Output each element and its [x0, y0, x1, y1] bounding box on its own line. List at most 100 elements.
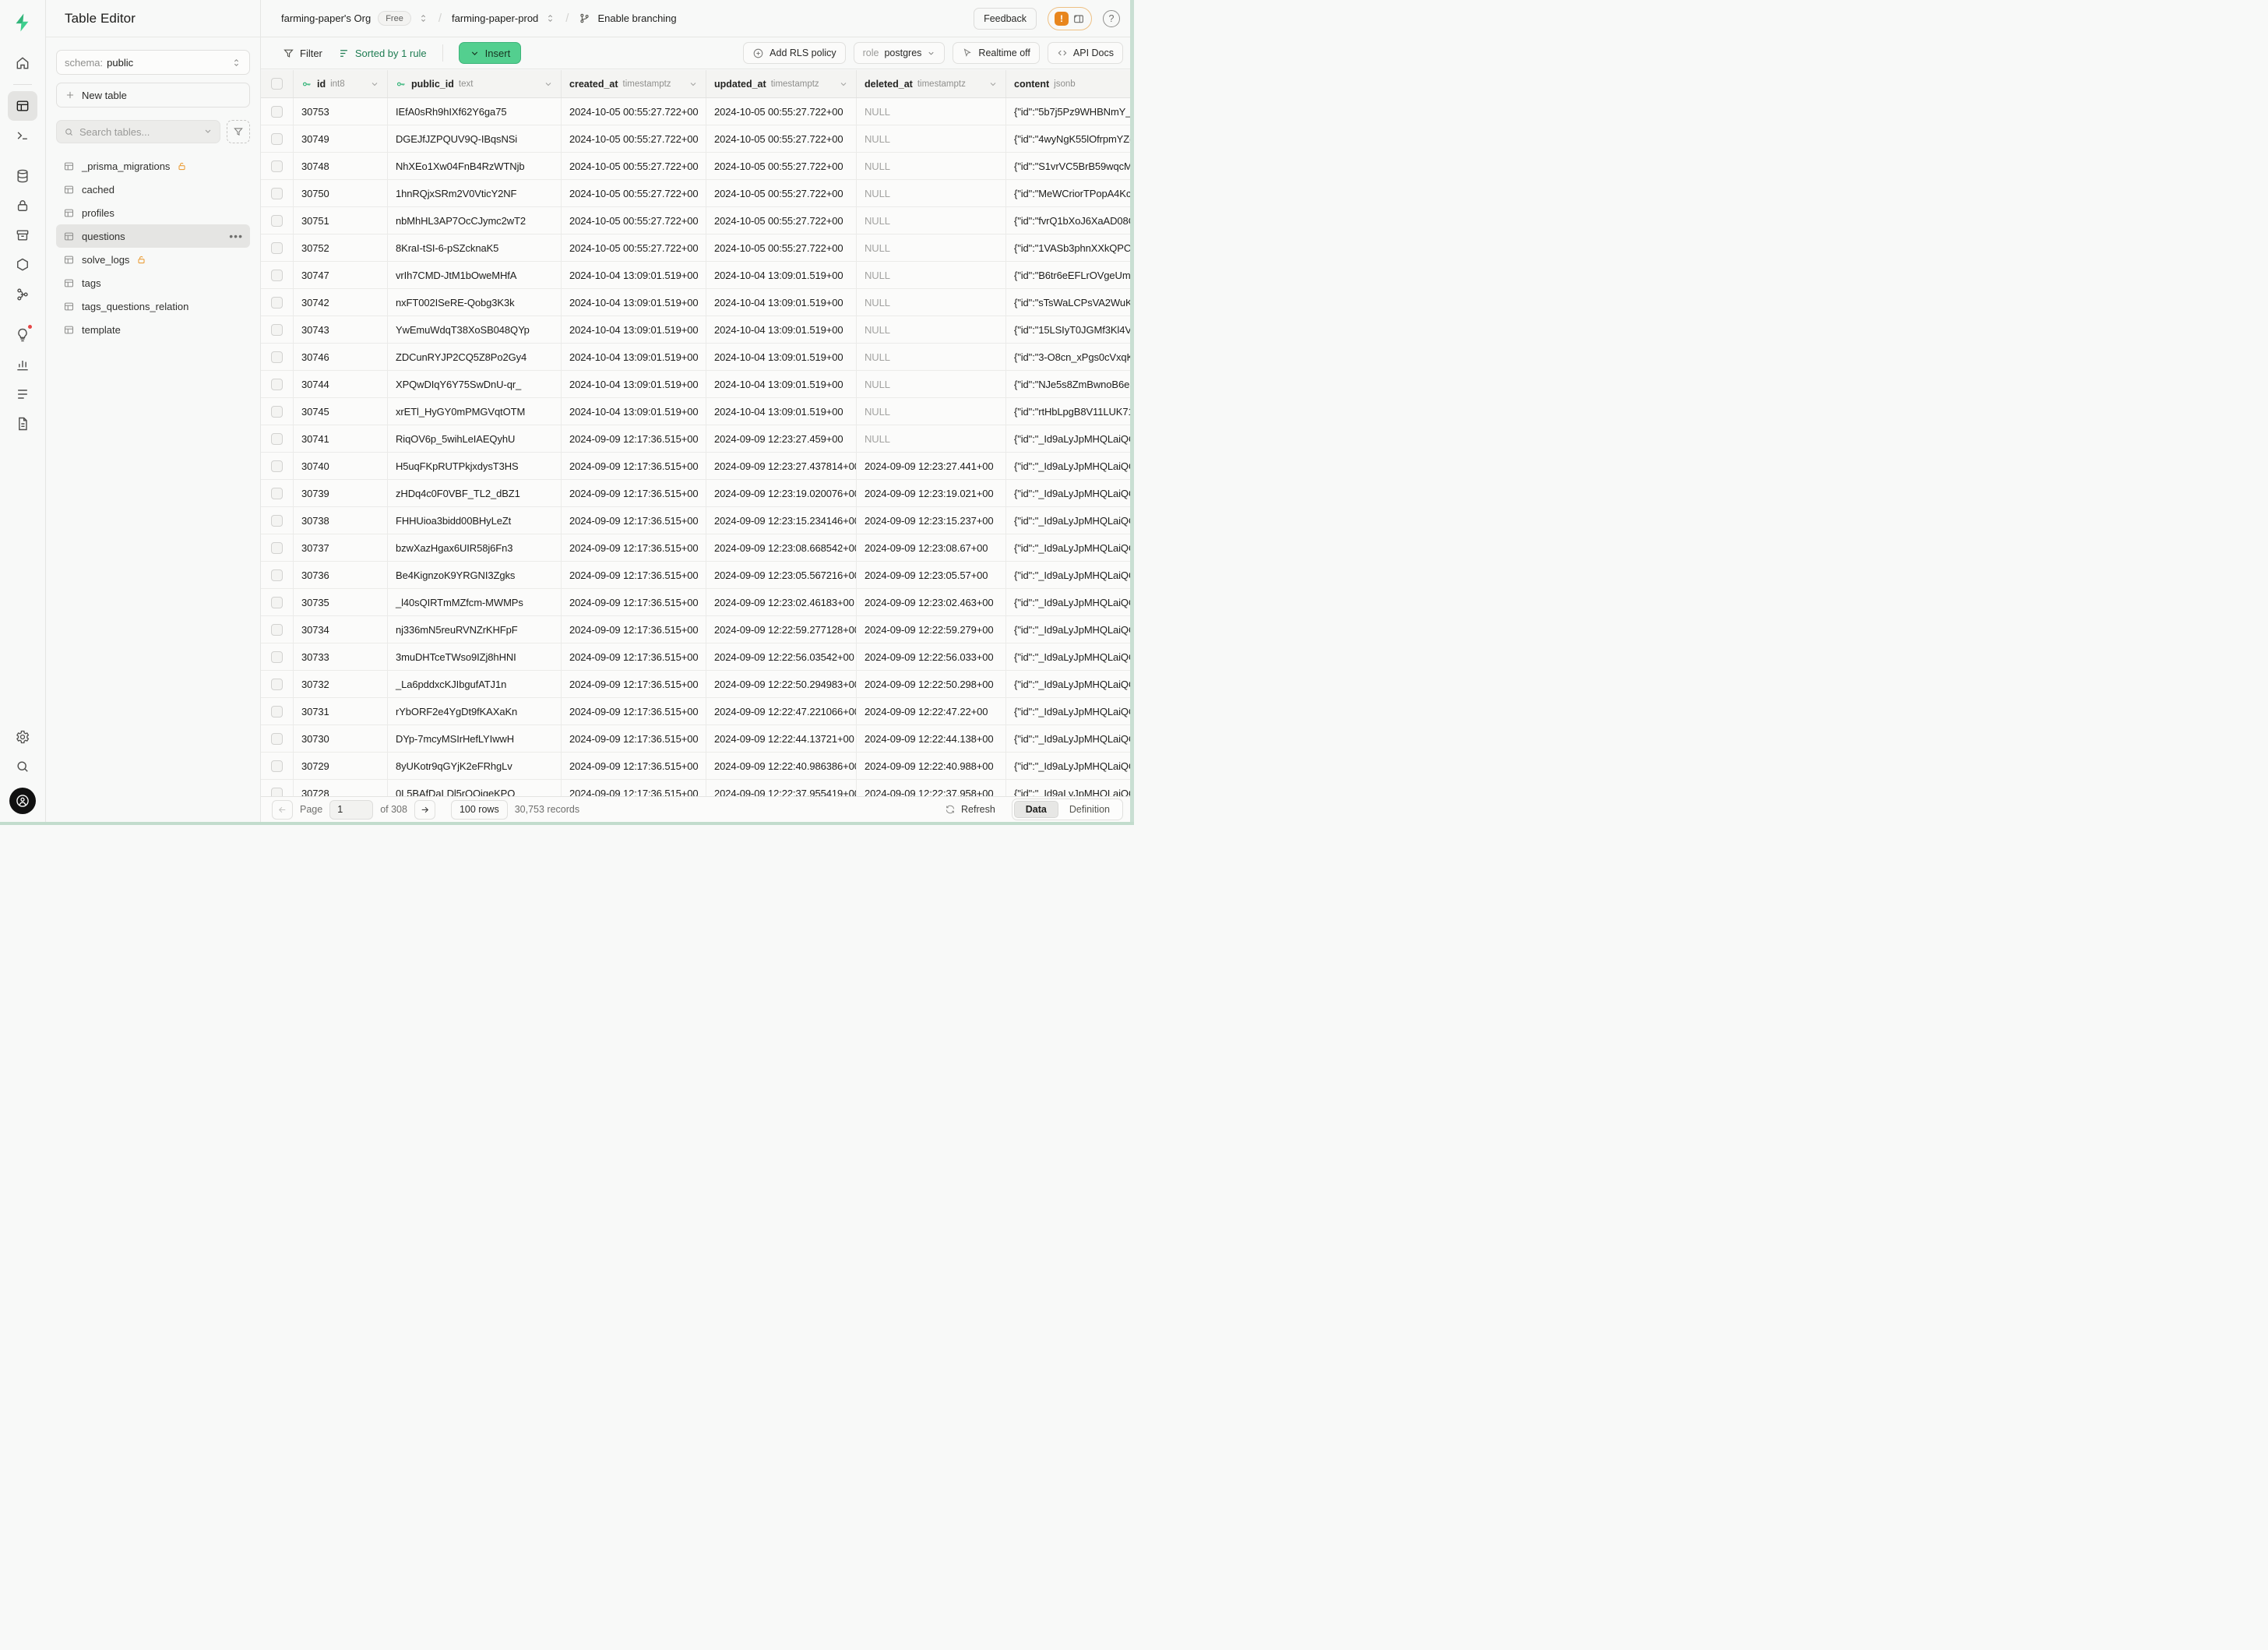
- cell-updated_at[interactable]: 2024-10-04 13:09:01.519+00: [706, 262, 857, 288]
- column-header-updated_at[interactable]: updated_attimestamptz: [706, 70, 857, 97]
- role-select[interactable]: role postgres: [854, 42, 946, 64]
- cell-public_id[interactable]: 8KraI-tSI-6-pSZcknaK5: [388, 234, 562, 261]
- cell-deleted_at[interactable]: 2024-09-09 12:22:47.22+00: [857, 698, 1006, 725]
- new-table-button[interactable]: New table: [56, 83, 250, 108]
- cell-content[interactable]: {"id":"_Id9aLyJpMHQLaiQC: [1006, 425, 1134, 452]
- cell-id[interactable]: 30735: [294, 589, 388, 615]
- row-checkbox[interactable]: [271, 788, 283, 797]
- tab-data[interactable]: Data: [1014, 801, 1058, 818]
- help-icon[interactable]: ?: [1103, 10, 1120, 27]
- cell-created_at[interactable]: 2024-10-04 13:09:01.519+00: [562, 262, 706, 288]
- prev-page-button[interactable]: [272, 800, 293, 820]
- cell-public_id[interactable]: _l40sQIRTmMZfcm-MWMPs: [388, 589, 562, 615]
- cell-deleted_at[interactable]: NULL: [857, 153, 1006, 179]
- row-checkbox[interactable]: [271, 515, 283, 527]
- realtime-icon[interactable]: [8, 280, 37, 309]
- row-checkbox[interactable]: [271, 106, 283, 118]
- auth-lock-icon[interactable]: [8, 191, 37, 220]
- row-checkbox[interactable]: [271, 460, 283, 472]
- sort-button[interactable]: Sorted by 1 rule: [338, 48, 427, 59]
- cell-content[interactable]: {"id":"_Id9aLyJpMHQLaiQC: [1006, 698, 1134, 725]
- cell-id[interactable]: 30750: [294, 180, 388, 206]
- sidebar-table-_prisma_migrations[interactable]: _prisma_migrations: [56, 154, 250, 178]
- cell-id[interactable]: 30738: [294, 507, 388, 534]
- insert-button[interactable]: Insert: [459, 42, 522, 64]
- cell-updated_at[interactable]: 2024-09-09 12:23:15.234146+00: [706, 507, 857, 534]
- project-name[interactable]: farming-paper-prod: [452, 12, 538, 24]
- realtime-toggle-button[interactable]: Realtime off: [953, 42, 1039, 64]
- cell-updated_at[interactable]: 2024-09-09 12:22:50.294983+00: [706, 671, 857, 697]
- cell-content[interactable]: {"id":"_Id9aLyJpMHQLaiQC: [1006, 616, 1134, 643]
- row-checkbox[interactable]: [271, 433, 283, 445]
- cell-created_at[interactable]: 2024-09-09 12:17:36.515+00: [562, 425, 706, 452]
- plan-badge[interactable]: Free: [378, 11, 411, 26]
- cell-id[interactable]: 30744: [294, 371, 388, 397]
- cell-created_at[interactable]: 2024-09-09 12:17:36.515+00: [562, 480, 706, 506]
- row-checkbox[interactable]: [271, 351, 283, 363]
- cell-created_at[interactable]: 2024-09-09 12:17:36.515+00: [562, 698, 706, 725]
- cell-deleted_at[interactable]: NULL: [857, 398, 1006, 425]
- reports-icon[interactable]: [8, 350, 37, 379]
- cell-deleted_at[interactable]: 2024-09-09 12:22:40.988+00: [857, 753, 1006, 779]
- cell-public_id[interactable]: xrETl_HyGY0mPMGVqtOTM: [388, 398, 562, 425]
- tab-definition[interactable]: Definition: [1058, 801, 1121, 818]
- edge-functions-icon[interactable]: [8, 250, 37, 280]
- row-checkbox[interactable]: [271, 488, 283, 499]
- supabase-logo-icon[interactable]: [11, 11, 34, 34]
- cell-deleted_at[interactable]: NULL: [857, 125, 1006, 152]
- cell-content[interactable]: {"id":"_Id9aLyJpMHQLaiQC: [1006, 589, 1134, 615]
- cell-updated_at[interactable]: 2024-09-09 12:22:59.277128+00: [706, 616, 857, 643]
- notification-pill[interactable]: !: [1048, 7, 1092, 30]
- table-menu-button[interactable]: •••: [229, 230, 243, 242]
- sidebar-table-tags_questions_relation[interactable]: tags_questions_relation: [56, 294, 250, 318]
- cell-content[interactable]: {"id":"1VASb3phnXXkQPCpv: [1006, 234, 1134, 261]
- cell-updated_at[interactable]: 2024-09-09 12:22:40.986386+00: [706, 753, 857, 779]
- cell-public_id[interactable]: ZDCunRYJP2CQ5Z8Po2Gy4: [388, 344, 562, 370]
- cell-id[interactable]: 30743: [294, 316, 388, 343]
- cell-public_id[interactable]: zHDq4c0F0VBF_TL2_dBZ1: [388, 480, 562, 506]
- cell-content[interactable]: {"id":"S1vrVC5BrB59wqcM4: [1006, 153, 1134, 179]
- row-checkbox[interactable]: [271, 542, 283, 554]
- row-checkbox[interactable]: [271, 597, 283, 608]
- sidebar-table-template[interactable]: template: [56, 318, 250, 341]
- cell-deleted_at[interactable]: NULL: [857, 262, 1006, 288]
- row-checkbox[interactable]: [271, 706, 283, 717]
- enable-branching[interactable]: Enable branching: [597, 12, 676, 24]
- schema-select[interactable]: schema: public: [56, 50, 250, 75]
- cell-updated_at[interactable]: 2024-09-09 12:23:05.567216+00: [706, 562, 857, 588]
- cell-updated_at[interactable]: 2024-10-05 00:55:27.722+00: [706, 125, 857, 152]
- cell-public_id[interactable]: DYp-7mcyMSIrHefLYIwwH: [388, 725, 562, 752]
- row-checkbox[interactable]: [271, 133, 283, 145]
- cell-content[interactable]: {"id":"3-O8cn_xPgs0cVxqKB: [1006, 344, 1134, 370]
- cell-created_at[interactable]: 2024-09-09 12:17:36.515+00: [562, 616, 706, 643]
- cell-updated_at[interactable]: 2024-09-09 12:23:08.668542+00: [706, 534, 857, 561]
- cell-content[interactable]: {"id":"_Id9aLyJpMHQLaiQC: [1006, 643, 1134, 670]
- cell-updated_at[interactable]: 2024-09-09 12:22:44.13721+00: [706, 725, 857, 752]
- cell-public_id[interactable]: YwEmuWdqT38XoSB048QYp: [388, 316, 562, 343]
- cell-public_id[interactable]: IEfA0sRh9hIXf62Y6ga75: [388, 98, 562, 125]
- cell-created_at[interactable]: 2024-10-05 00:55:27.722+00: [562, 180, 706, 206]
- column-header-public_id[interactable]: public_idtext: [388, 70, 562, 97]
- sidebar-table-cached[interactable]: cached: [56, 178, 250, 201]
- row-checkbox[interactable]: [271, 215, 283, 227]
- cell-deleted_at[interactable]: NULL: [857, 425, 1006, 452]
- column-header-content[interactable]: contentjsonb: [1006, 70, 1134, 97]
- cell-content[interactable]: {"id":"4wyNgK55lOfrpmYZc: [1006, 125, 1134, 152]
- cell-id[interactable]: 30749: [294, 125, 388, 152]
- cell-updated_at[interactable]: 2024-09-09 12:23:27.437814+00: [706, 453, 857, 479]
- cell-updated_at[interactable]: 2024-09-09 12:23:19.020076+00: [706, 480, 857, 506]
- row-checkbox[interactable]: [271, 651, 283, 663]
- cell-public_id[interactable]: rYbORF2e4YgDt9fKAXaKn: [388, 698, 562, 725]
- cell-content[interactable]: {"id":"_Id9aLyJpMHQLaiQC: [1006, 453, 1134, 479]
- cell-content[interactable]: {"id":"fvrQ1bXoJ6XaAD08G: [1006, 207, 1134, 234]
- filter-button[interactable]: Filter: [283, 48, 322, 59]
- cell-deleted_at[interactable]: NULL: [857, 98, 1006, 125]
- sidebar-table-tags[interactable]: tags: [56, 271, 250, 294]
- sidebar-table-solve_logs[interactable]: solve_logs: [56, 248, 250, 271]
- cell-deleted_at[interactable]: 2024-09-09 12:23:05.57+00: [857, 562, 1006, 588]
- cell-id[interactable]: 30741: [294, 425, 388, 452]
- cell-public_id[interactable]: RiqOV6p_5wihLeIAEQyhU: [388, 425, 562, 452]
- cell-updated_at[interactable]: 2024-10-04 13:09:01.519+00: [706, 316, 857, 343]
- cell-id[interactable]: 30752: [294, 234, 388, 261]
- row-checkbox[interactable]: [271, 406, 283, 418]
